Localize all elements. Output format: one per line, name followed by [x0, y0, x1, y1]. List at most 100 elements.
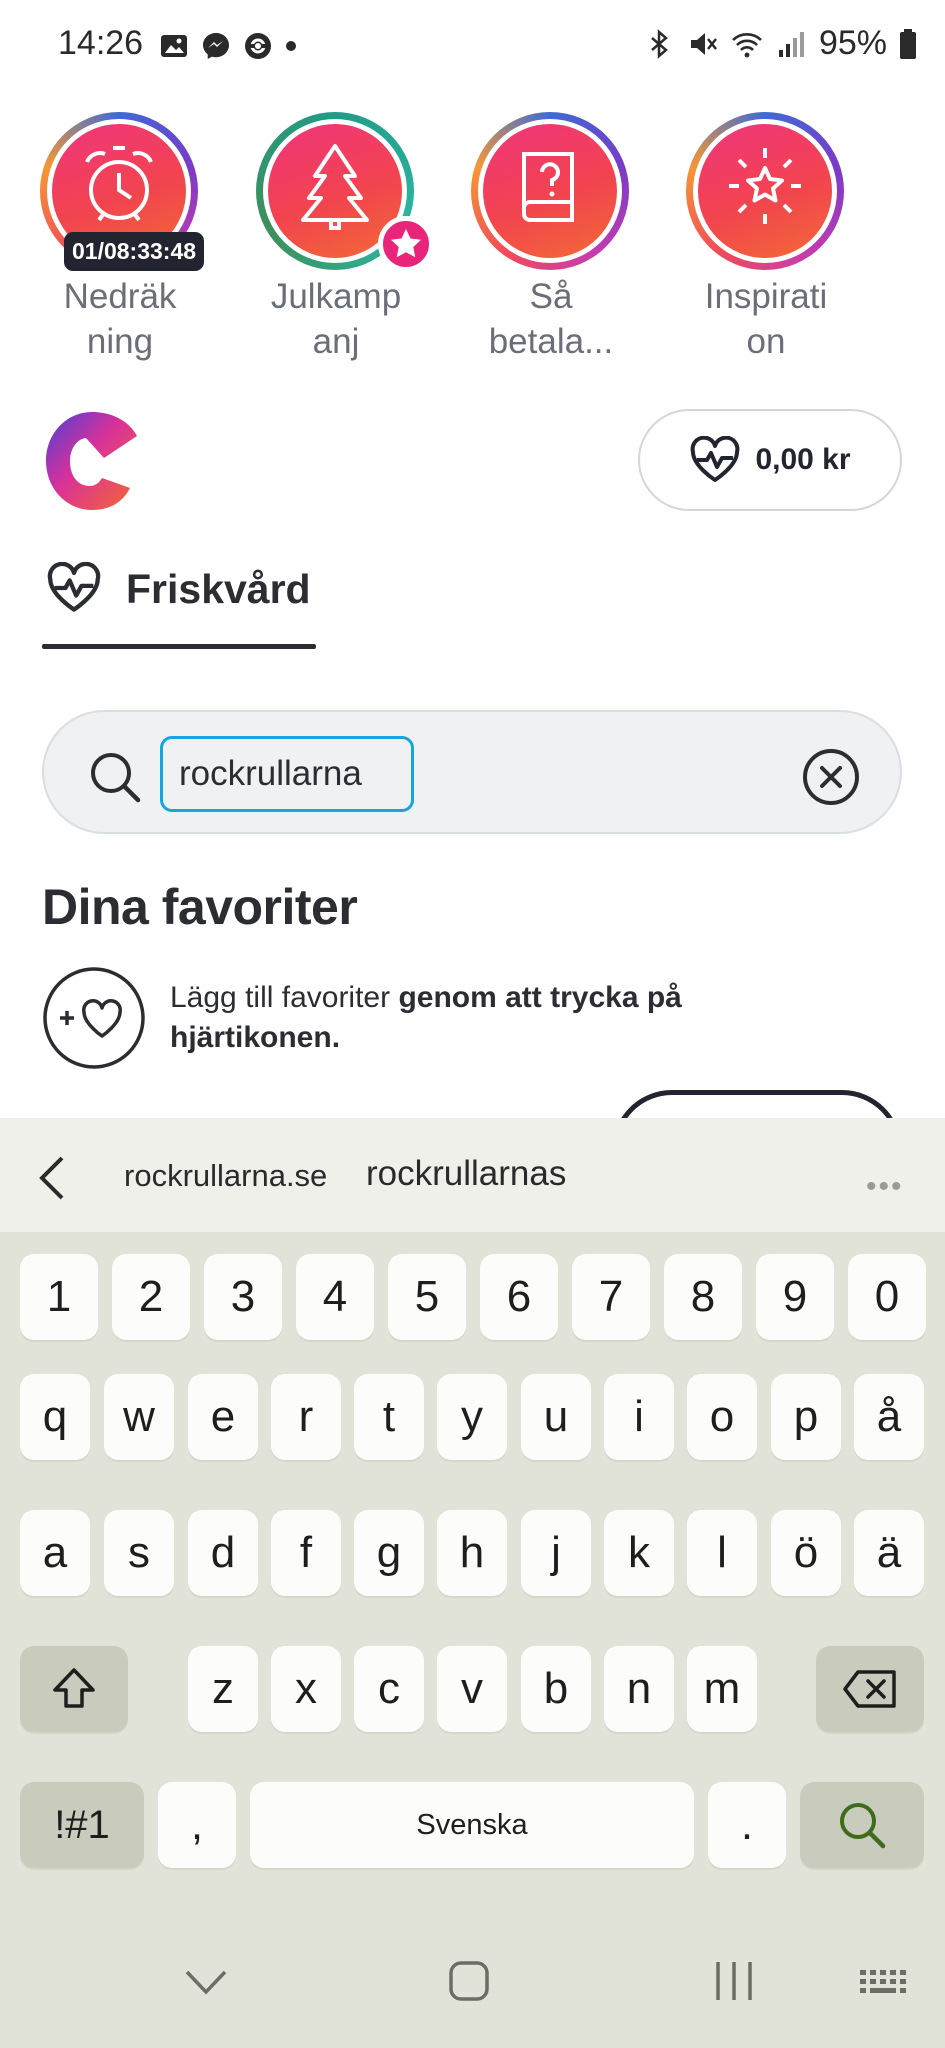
app-logo: [46, 412, 137, 510]
key-w[interactable]: w: [104, 1374, 174, 1460]
heart-pulse-icon: [691, 436, 740, 482]
key-q[interactable]: q: [20, 1374, 90, 1460]
star-badge-icon: [378, 216, 434, 272]
key-2[interactable]: 2: [112, 1254, 190, 1340]
home-icon[interactable]: [448, 1960, 490, 2002]
question-book-icon: [522, 152, 574, 222]
add-favorite-icon: [43, 967, 145, 1069]
story-ring: [471, 112, 629, 270]
keyboard-switch-icon[interactable]: [858, 1968, 910, 2000]
search-key[interactable]: [800, 1782, 924, 1868]
key-i[interactable]: i: [604, 1374, 674, 1460]
key-3[interactable]: 3: [204, 1254, 282, 1340]
key-u[interactable]: u: [521, 1374, 591, 1460]
key-6[interactable]: 6: [480, 1254, 558, 1340]
navigation-bar: [0, 1930, 945, 2048]
shift-key[interactable]: [20, 1646, 128, 1732]
story-label: Inspirati on: [704, 277, 828, 361]
key-s[interactable]: s: [104, 1510, 174, 1596]
messenger-icon: [203, 33, 229, 59]
search-icon: [91, 753, 141, 803]
battery-icon: [900, 28, 916, 59]
key-4[interactable]: 4: [296, 1254, 374, 1340]
key-j[interactable]: j: [521, 1510, 591, 1596]
suggestion-bar: rockrullarna.se rockrullarnas •••: [0, 1118, 945, 1232]
tab-label: Friskvård: [126, 566, 311, 612]
tab-friskvard[interactable]: Friskvård: [42, 558, 316, 650]
bluetooth-icon: [651, 28, 668, 59]
countdown-timer: 01/08:33:48: [64, 232, 205, 271]
comma-key[interactable]: ,: [158, 1782, 236, 1868]
key-r[interactable]: r: [271, 1374, 341, 1460]
more-options-icon[interactable]: •••: [866, 1170, 904, 1204]
key-t[interactable]: t: [354, 1374, 424, 1460]
key-v[interactable]: v: [437, 1646, 507, 1732]
backspace-key[interactable]: [816, 1646, 924, 1732]
gallery-icon: [161, 35, 187, 57]
key-y[interactable]: y: [437, 1374, 507, 1460]
balance-amount: 0,00 kr: [755, 443, 851, 476]
suggestion-2[interactable]: rockrullarnas: [366, 1154, 566, 1194]
christmas-tree-icon: [301, 144, 369, 230]
recent-apps-icon[interactable]: [712, 1960, 756, 2002]
story-label: Julkamp anj: [270, 277, 402, 361]
balance-button[interactable]: 0,00 kr: [638, 409, 902, 511]
key-d[interactable]: d: [188, 1510, 258, 1596]
key-g[interactable]: g: [354, 1510, 424, 1596]
key-a-ring[interactable]: å: [854, 1374, 924, 1460]
system-icons: 95%: [643, 24, 917, 63]
symbols-key[interactable]: !#1: [20, 1782, 144, 1868]
story-label: Så betala...: [488, 277, 614, 361]
key-a-umlaut[interactable]: ä: [854, 1510, 924, 1596]
key-c[interactable]: c: [354, 1646, 424, 1732]
chevron-left-icon[interactable]: [36, 1154, 70, 1202]
space-key[interactable]: Svenska: [250, 1782, 694, 1868]
wifi-icon: [732, 32, 762, 57]
key-9[interactable]: 9: [756, 1254, 834, 1340]
status-time: 14:26: [58, 24, 144, 62]
suggestion-1[interactable]: rockrullarna.se: [124, 1158, 327, 1194]
key-x[interactable]: x: [271, 1646, 341, 1732]
key-f[interactable]: f: [271, 1510, 341, 1596]
period-key[interactable]: .: [708, 1782, 786, 1868]
key-o-umlaut[interactable]: ö: [771, 1510, 841, 1596]
status-bar: 14:26 95%: [0, 0, 945, 90]
key-m[interactable]: m: [687, 1646, 757, 1732]
key-b[interactable]: b: [521, 1646, 591, 1732]
search-input[interactable]: rockrullarna: [160, 736, 414, 812]
key-8[interactable]: 8: [664, 1254, 742, 1340]
shift-icon: [53, 1668, 95, 1708]
clear-icon[interactable]: [802, 748, 860, 806]
dot-icon: [286, 41, 296, 51]
sparkle-star-icon: [729, 148, 801, 224]
key-1[interactable]: 1: [20, 1254, 98, 1340]
search-bar: rockrullarna: [42, 710, 902, 834]
mute-icon: [690, 32, 717, 55]
key-o[interactable]: o: [687, 1374, 757, 1460]
key-z[interactable]: z: [188, 1646, 258, 1732]
keyboard: rockrullarna.se rockrullarnas ••• 1 2 3 …: [0, 1118, 945, 2048]
key-a[interactable]: a: [20, 1510, 90, 1596]
alarm-clock-icon: [85, 146, 153, 222]
key-e[interactable]: e: [188, 1374, 258, 1460]
key-0[interactable]: 0: [848, 1254, 926, 1340]
key-n[interactable]: n: [604, 1646, 674, 1732]
key-l[interactable]: l: [687, 1510, 757, 1596]
key-k[interactable]: k: [604, 1510, 674, 1596]
signal-icon: [778, 31, 804, 57]
favorites-title: Dina favoriter: [42, 879, 358, 935]
story-label: Nedräk ning: [63, 277, 177, 361]
backspace-icon: [843, 1670, 896, 1708]
tab-underline: [42, 644, 316, 649]
battery-percent: 95%: [818, 24, 887, 62]
key-h[interactable]: h: [437, 1510, 507, 1596]
story-ring: [686, 112, 844, 270]
key-5[interactable]: 5: [388, 1254, 466, 1340]
key-7[interactable]: 7: [572, 1254, 650, 1340]
favorites-hint: Lägg till favoriter genom att trycka på …: [170, 981, 682, 1054]
hide-keyboard-icon[interactable]: [184, 1968, 228, 1998]
key-p[interactable]: p: [771, 1374, 841, 1460]
stories-row: 01/08:33:48 Nedräk ning Julkamp anj Så beta…: [0, 108, 945, 368]
heart-pulse-icon: [47, 562, 101, 612]
sync-icon: [245, 33, 271, 59]
